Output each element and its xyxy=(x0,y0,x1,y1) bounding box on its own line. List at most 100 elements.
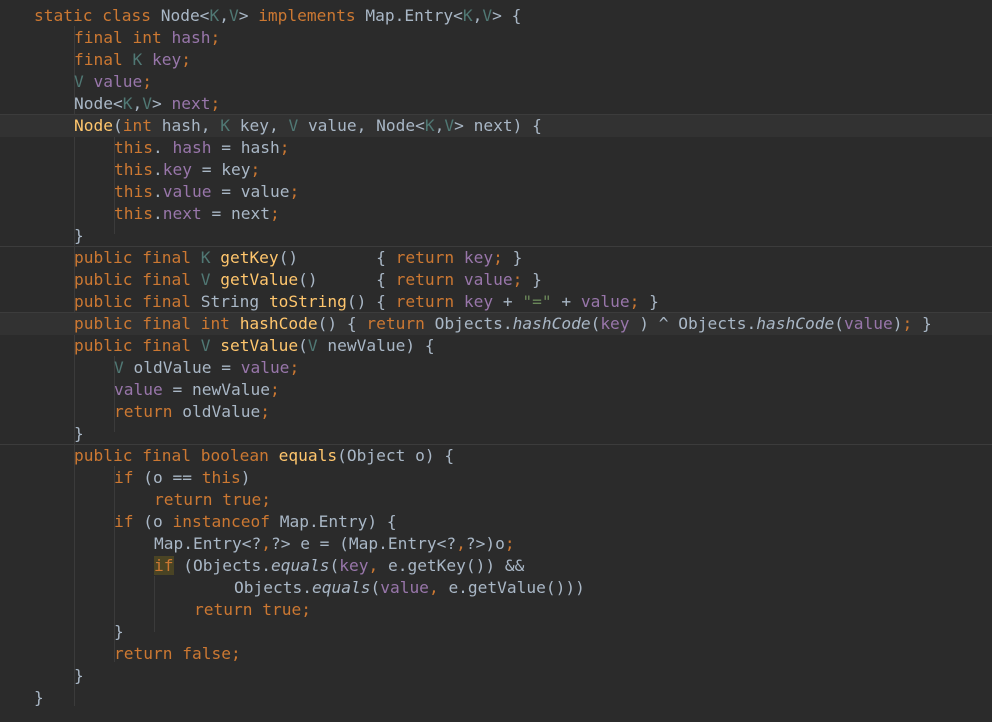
code-token: . xyxy=(152,204,163,223)
code-token: V xyxy=(444,116,455,135)
code-token: ; xyxy=(269,204,280,223)
code-line[interactable]: return true; xyxy=(0,489,992,511)
code-token: ?> e = (Map.Entry<? xyxy=(270,534,457,553)
code-text: public final String toString() { return … xyxy=(74,291,659,313)
code-line[interactable]: public final String toString() { return … xyxy=(0,291,992,313)
code-line[interactable]: } xyxy=(0,687,992,709)
code-line[interactable]: Map.Entry<?,?> e = (Map.Entry<?,?>)o; xyxy=(0,533,992,555)
code-line[interactable]: if (o == this) xyxy=(0,467,992,489)
code-line[interactable]: final int hash; xyxy=(0,27,992,49)
code-text: } xyxy=(74,423,84,445)
code-token: V xyxy=(228,6,239,25)
code-token: ; xyxy=(493,248,513,267)
code-line[interactable]: return false; xyxy=(0,643,992,665)
code-line[interactable]: return true; xyxy=(0,599,992,621)
code-token: > xyxy=(151,94,172,113)
code-token: ) xyxy=(240,468,251,487)
code-token: Objects. xyxy=(434,314,513,333)
code-token: this xyxy=(114,204,153,223)
code-token: K xyxy=(209,6,220,25)
code-token: final int xyxy=(74,28,172,47)
code-token: hashCode xyxy=(512,314,591,333)
code-token: ; xyxy=(289,182,300,201)
code-line[interactable]: V oldValue = value; xyxy=(0,357,992,379)
code-line[interactable]: final K key; xyxy=(0,49,992,71)
code-token: ; xyxy=(181,50,191,69)
code-token: key xyxy=(463,248,494,267)
code-line[interactable]: } xyxy=(0,225,992,247)
code-line[interactable]: } xyxy=(0,621,992,643)
code-line[interactable]: } xyxy=(0,665,992,687)
code-token: key xyxy=(162,160,192,179)
code-token: next xyxy=(162,204,202,223)
code-token: ) ^ Objects. xyxy=(629,314,757,333)
code-token: this xyxy=(114,182,153,201)
code-token: } xyxy=(921,314,932,333)
code-line[interactable]: public final V setValue(V newValue) { xyxy=(0,335,992,357)
code-line[interactable]: this.value = value; xyxy=(0,181,992,203)
code-token: () { xyxy=(298,270,396,289)
code-line[interactable]: this.key = key; xyxy=(0,159,992,181)
code-text: Node(int hash, K key, V value, Node<K,V>… xyxy=(74,115,542,137)
code-token: ; xyxy=(289,358,300,377)
code-token: return true xyxy=(154,490,262,509)
code-token: value xyxy=(380,578,429,597)
code-token: value xyxy=(843,314,893,333)
code-token: } xyxy=(649,292,659,311)
code-token: String xyxy=(200,292,269,311)
code-line[interactable]: if (o instanceof Map.Entry) { xyxy=(0,511,992,533)
code-token: hashCode xyxy=(239,314,318,333)
code-token: + xyxy=(551,292,581,311)
code-token: () { xyxy=(346,292,396,311)
code-token: value xyxy=(93,72,143,91)
code-token: V xyxy=(288,116,308,135)
code-token: K xyxy=(200,248,221,267)
code-token: Map.Entry< xyxy=(365,6,463,25)
code-token: (Objects. xyxy=(173,556,271,575)
code-line[interactable]: public final V getValue() { return value… xyxy=(0,269,992,291)
code-line[interactable]: this.next = next; xyxy=(0,203,992,225)
code-editor[interactable]: static class Node<K,V> implements Map.En… xyxy=(0,0,992,722)
code-line[interactable]: this. hash = hash; xyxy=(0,137,992,159)
code-line[interactable]: if (Objects.equals(key, e.getKey()) && xyxy=(0,555,992,577)
code-token: ( xyxy=(370,578,381,597)
code-token: if xyxy=(154,556,174,575)
code-text: } xyxy=(74,225,84,247)
code-line[interactable]: static class Node<K,V> implements Map.En… xyxy=(0,5,992,27)
code-token: Node xyxy=(74,116,113,135)
code-token: K xyxy=(462,6,473,25)
code-token: public final xyxy=(74,248,201,267)
code-token: } xyxy=(74,226,84,245)
code-token: key xyxy=(151,50,182,69)
code-line[interactable]: return oldValue; xyxy=(0,401,992,423)
code-token: ( xyxy=(590,314,601,333)
code-line[interactable]: Node<K,V> next; xyxy=(0,93,992,115)
code-token: e.getValue())) xyxy=(448,578,585,597)
code-token: ; xyxy=(250,160,261,179)
code-text: return false; xyxy=(114,643,241,665)
code-token: e.getKey()) && xyxy=(387,556,525,575)
code-token: ; xyxy=(504,534,515,553)
code-line[interactable]: public final boolean equals(Object o) { xyxy=(0,445,992,467)
code-token: hash, xyxy=(161,116,221,135)
code-token: } xyxy=(114,622,124,641)
code-line[interactable]: value = newValue; xyxy=(0,379,992,401)
code-text: final K key; xyxy=(74,49,191,71)
code-token: , xyxy=(434,116,445,135)
code-token: newValue) { xyxy=(327,336,435,355)
code-line[interactable]: Objects.equals(value, e.getValue())) xyxy=(0,577,992,599)
code-line[interactable]: } xyxy=(0,423,992,445)
code-token: ; xyxy=(210,94,221,113)
code-text: if (Objects.equals(key, e.getKey()) && xyxy=(154,555,524,577)
code-token: , xyxy=(219,6,229,25)
code-token: hash xyxy=(172,138,212,157)
code-text: public final int hashCode() { return Obj… xyxy=(74,313,932,335)
code-line[interactable]: V value; xyxy=(0,71,992,93)
code-line[interactable]: public final int hashCode() { return Obj… xyxy=(0,313,992,335)
code-token: value xyxy=(240,358,290,377)
code-line[interactable]: Node(int hash, K key, V value, Node<K,V>… xyxy=(0,115,992,137)
code-line[interactable]: public final K getKey() { return key; } xyxy=(0,247,992,269)
code-token: ; xyxy=(269,380,280,399)
code-token: ; xyxy=(629,292,650,311)
code-token: ; xyxy=(210,28,221,47)
